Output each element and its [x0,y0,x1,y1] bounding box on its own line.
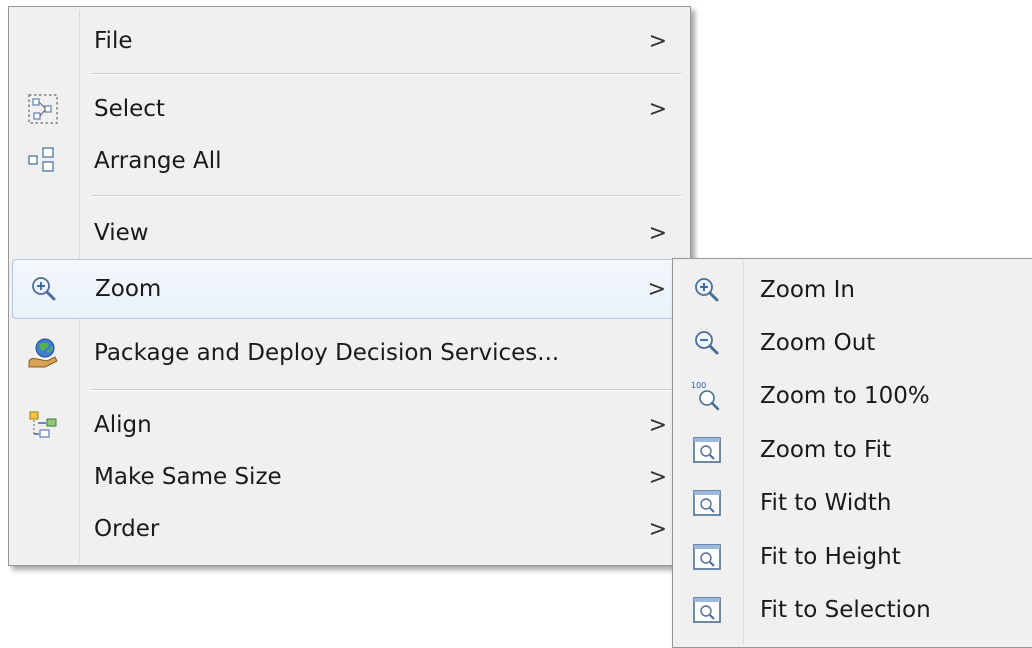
menu-item-zoom[interactable]: Zoom > [12,259,687,319]
menu-item-label: Zoom [95,276,162,302]
submenu-item-label: Zoom Out [760,330,876,356]
submenu-arrow-icon: > [648,412,667,438]
menu-item-select[interactable]: Select > [12,85,687,133]
submenu-arrow-icon: > [648,28,667,54]
zoom-out-icon [682,316,732,370]
menu-item-label: Arrange All [94,148,222,174]
submenu-arrow-icon: > [648,96,667,122]
zoom-100-icon: 100 [682,369,732,423]
menu-item-label: Align [94,412,152,438]
submenu-item-label: Zoom to Fit [760,437,891,463]
submenu-item-label: Fit to Width [760,490,892,516]
fit-to-height-icon [682,530,732,584]
menu-item-label: Make Same Size [94,464,282,490]
menu-item-label: View [94,220,149,246]
submenu-item-label: Fit to Selection [760,597,931,623]
menu-separator [91,195,682,197]
zoom-to-fit-icon [682,423,732,477]
menu-item-align[interactable]: Align > [12,401,687,449]
submenu-arrow-icon: > [648,220,667,246]
submenu-arrow-icon: > [648,464,667,490]
submenu-item-zoom-to-fit[interactable]: Zoom to Fit [676,423,1032,477]
menu-item-arrange-all[interactable]: Arrange All [12,137,687,185]
menu-item-make-same-size[interactable]: Make Same Size > [12,453,687,501]
fit-to-width-icon [682,476,732,530]
context-menu: File > Select > Arrange All View > Zoom … [8,6,691,566]
submenu-item-fit-to-selection[interactable]: Fit to Selection [676,583,1032,637]
submenu-item-label: Zoom In [760,277,855,303]
submenu-item-label: Fit to Height [760,544,901,570]
zoom-100-icon-text: 100 [691,381,706,390]
zoom-submenu: Zoom In Zoom Out 100 Zoom to 100% Zoom t… [672,258,1032,648]
arrange-all-icon [18,137,68,185]
submenu-arrow-icon: > [647,276,666,302]
fit-to-selection-icon [682,583,732,637]
menu-item-file[interactable]: File > [12,17,687,65]
menu-item-label: Select [94,96,165,122]
submenu-item-label: Zoom to 100% [760,383,930,409]
menu-item-label: Order [94,516,160,542]
submenu-arrow-icon: > [648,516,667,542]
menu-item-label: File [94,28,133,54]
package-deploy-icon [18,329,68,377]
submenu-item-fit-to-height[interactable]: Fit to Height [676,530,1032,584]
zoom-icon [19,260,69,318]
submenu-item-zoom-out[interactable]: Zoom Out [676,316,1032,370]
submenu-item-zoom-100[interactable]: 100 Zoom to 100% [676,369,1032,423]
menu-separator [91,389,682,391]
zoom-in-icon [682,263,732,317]
menu-item-view[interactable]: View > [12,209,687,257]
select-all-icon [18,85,68,133]
menu-item-package-deploy[interactable]: Package and Deploy Decision Services... [12,329,687,377]
submenu-item-fit-to-width[interactable]: Fit to Width [676,476,1032,530]
submenu-item-zoom-in[interactable]: Zoom In [676,263,1032,317]
menu-item-order[interactable]: Order > [12,505,687,553]
menu-item-label: Package and Deploy Decision Services... [94,340,560,366]
align-icon [18,401,68,449]
menu-separator [91,73,682,75]
